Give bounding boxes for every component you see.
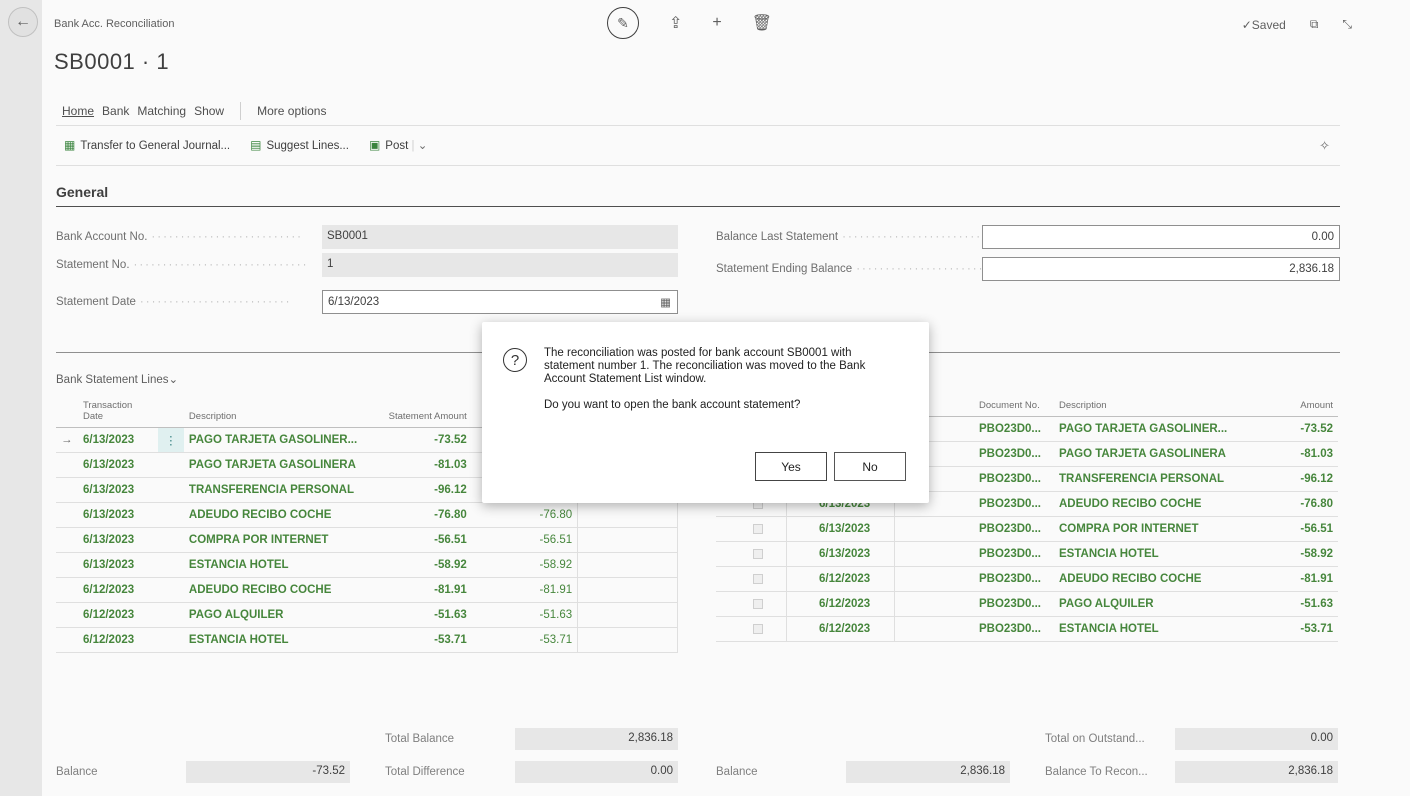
dialog-message: The reconciliation was posted for bank a… xyxy=(544,347,904,412)
dialog-question: Do you want to open the bank account sta… xyxy=(544,399,801,411)
dialog-message-text: The reconciliation was posted for bank a… xyxy=(544,347,866,385)
question-icon: ? xyxy=(503,348,527,372)
yes-button[interactable]: Yes xyxy=(755,452,827,481)
no-button[interactable]: No xyxy=(834,452,906,481)
confirm-dialog: ? The reconciliation was posted for bank… xyxy=(482,322,929,503)
